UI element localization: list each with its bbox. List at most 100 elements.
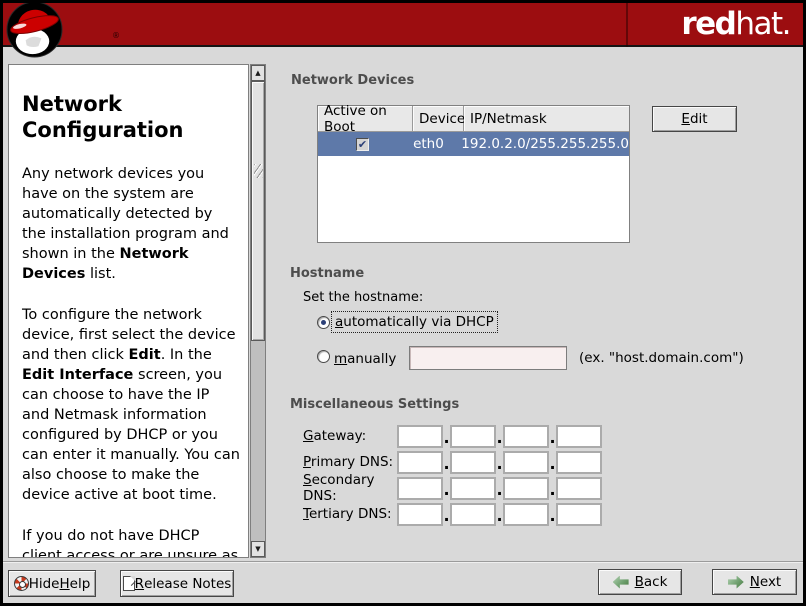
gateway-label: Gateway: (303, 428, 397, 444)
secondary-dns-octet-2[interactable] (450, 477, 496, 500)
help-p2-bold-edit-interface: Edit Interface (22, 367, 133, 383)
primary-dns-row: Primary DNS: ... (303, 450, 602, 474)
secondary-dns-label-rest: econdary DNS: (303, 472, 375, 504)
scrollbar-track[interactable] (251, 341, 265, 541)
edit-button-label: dit (690, 111, 708, 127)
hostname-section-label: Hostname (290, 266, 364, 281)
document-icon (123, 576, 135, 591)
secondary-dns-label: Secondary DNS: (303, 472, 397, 504)
radio-manually[interactable] (317, 350, 330, 363)
octet-dot: . (443, 480, 450, 500)
help-paragraph-1: Any network devices you have on the syst… (22, 164, 240, 284)
ip-netmask-cell: 192.0.2.0/255.255.255.0 (455, 136, 629, 152)
hostname-hint: (ex. "host.domain.com") (579, 350, 744, 366)
help-p1-post: list. (85, 266, 116, 282)
tertiary-dns-label-rest: ertiary DNS: (309, 506, 392, 522)
wordmark-red: red (681, 6, 735, 42)
gateway-label-rest: ateway: (313, 428, 366, 444)
octet-dot: . (443, 506, 450, 526)
back-rest: ack (644, 574, 668, 590)
wordmark-hat: hat. (735, 6, 790, 42)
back-button[interactable]: Back (598, 569, 682, 595)
help-p2-mid: . In the (161, 347, 212, 363)
network-devices-table: Active on Boot Device IP/Netmask ✔ eth0 … (317, 105, 630, 243)
scrollbar-thumb[interactable] (251, 81, 265, 341)
next-mnemonic: N (750, 574, 760, 590)
gateway-mnemonic: G (303, 428, 313, 444)
installer-window: redhat. ® Network Configuration Any netw… (0, 0, 806, 606)
column-header-device: Device (413, 106, 464, 132)
edit-button[interactable]: Edit (652, 106, 737, 132)
auto-label-rest: utomatically via DHCP (343, 314, 493, 330)
tertiary-dns-octet-2[interactable] (450, 503, 496, 526)
help-paragraph-2: To configure the network device, first s… (22, 305, 240, 505)
column-header-active-on-boot: Active on Boot (318, 106, 413, 132)
misc-settings-section-label: Miscellaneous Settings (290, 397, 459, 412)
octet-dot: . (549, 428, 556, 448)
gateway-row: Gateway: ... (303, 424, 602, 448)
up-arrow-icon: ▲ (255, 69, 260, 77)
back-arrow-icon (613, 576, 629, 589)
redhat-wordmark: redhat. (681, 4, 790, 44)
secondary-dns-mnemonic: S (303, 472, 312, 488)
gateway-octet-4[interactable] (556, 425, 602, 448)
hide-help-button[interactable]: Hide Help (8, 570, 96, 597)
primary-dns-octet-1[interactable] (397, 451, 443, 474)
gateway-octet-1[interactable] (397, 425, 443, 448)
hide-help-mnemonic: H (59, 576, 69, 592)
gateway-octet-3[interactable] (503, 425, 549, 448)
secondary-dns-row: Secondary DNS: ... (303, 476, 602, 500)
help-title: Network Configuration (22, 91, 240, 143)
set-hostname-label: Set the hostname: (303, 290, 423, 306)
release-notes-button[interactable]: Release Notes (120, 570, 234, 597)
primary-dns-octet-3[interactable] (503, 451, 549, 474)
scroll-up-button[interactable]: ▲ (251, 65, 265, 81)
octet-dot: . (443, 428, 450, 448)
tertiary-dns-row: Tertiary DNS: ... (303, 502, 602, 526)
octet-dot: . (496, 506, 503, 526)
help-p2-bold-edit: Edit (129, 347, 161, 363)
redhat-shadowman-logo-icon (6, 1, 63, 58)
help-p2-post: screen, you can choose to have the IP an… (22, 367, 240, 503)
radio-manually-label[interactable]: manually (334, 351, 396, 367)
network-devices-section-label: Network Devices (291, 73, 414, 88)
primary-dns-label: Primary DNS: (303, 454, 397, 470)
radio-automatic-dhcp-label[interactable]: automatically via DHCP (331, 311, 498, 333)
primary-dns-octet-4[interactable] (556, 451, 602, 474)
hostname-input[interactable] (409, 346, 567, 370)
help-paragraph-3: If you do not have DHCP client access or… (22, 526, 240, 558)
octet-dot: . (549, 454, 556, 474)
device-row-eth0[interactable]: ✔ eth0 192.0.2.0/255.255.255.0 (318, 132, 629, 156)
release-notes-rest: elease Notes (144, 576, 231, 592)
secondary-dns-octet-4[interactable] (556, 477, 602, 500)
tertiary-dns-octet-3[interactable] (503, 503, 549, 526)
secondary-dns-octet-3[interactable] (503, 477, 549, 500)
octet-dot: . (496, 480, 503, 500)
help-scrollbar[interactable]: ▲ ▼ (250, 64, 266, 558)
octet-dot: . (496, 454, 503, 474)
next-button[interactable]: Next (712, 569, 797, 595)
hide-help-pre: Hide (29, 576, 60, 592)
life-preserver-icon (14, 576, 29, 591)
gateway-octet-2[interactable] (450, 425, 496, 448)
octet-dot: . (496, 428, 503, 448)
primary-dns-mnemonic: P (303, 454, 311, 470)
tertiary-dns-octet-4[interactable] (556, 503, 602, 526)
title-banner: redhat. (0, 0, 806, 47)
scroll-down-button[interactable]: ▼ (251, 541, 265, 557)
secondary-dns-octet-1[interactable] (397, 477, 443, 500)
banner-seam (626, 0, 628, 47)
registered-trademark: ® (112, 31, 120, 40)
release-notes-mnemonic: R (135, 576, 144, 592)
footer-separator (3, 561, 803, 563)
tertiary-dns-octet-1[interactable] (397, 503, 443, 526)
radio-automatic-dhcp[interactable] (317, 316, 330, 329)
next-rest: ext (760, 574, 781, 590)
primary-dns-label-rest: rimary DNS: (311, 454, 393, 470)
manual-label-rest: anually (347, 351, 396, 367)
down-arrow-icon: ▼ (255, 545, 260, 553)
primary-dns-octet-2[interactable] (450, 451, 496, 474)
help-panel: Network Configuration Any network device… (8, 64, 249, 558)
thumb-grip-icon (254, 164, 263, 178)
active-on-boot-checkbox[interactable]: ✔ (356, 138, 369, 151)
